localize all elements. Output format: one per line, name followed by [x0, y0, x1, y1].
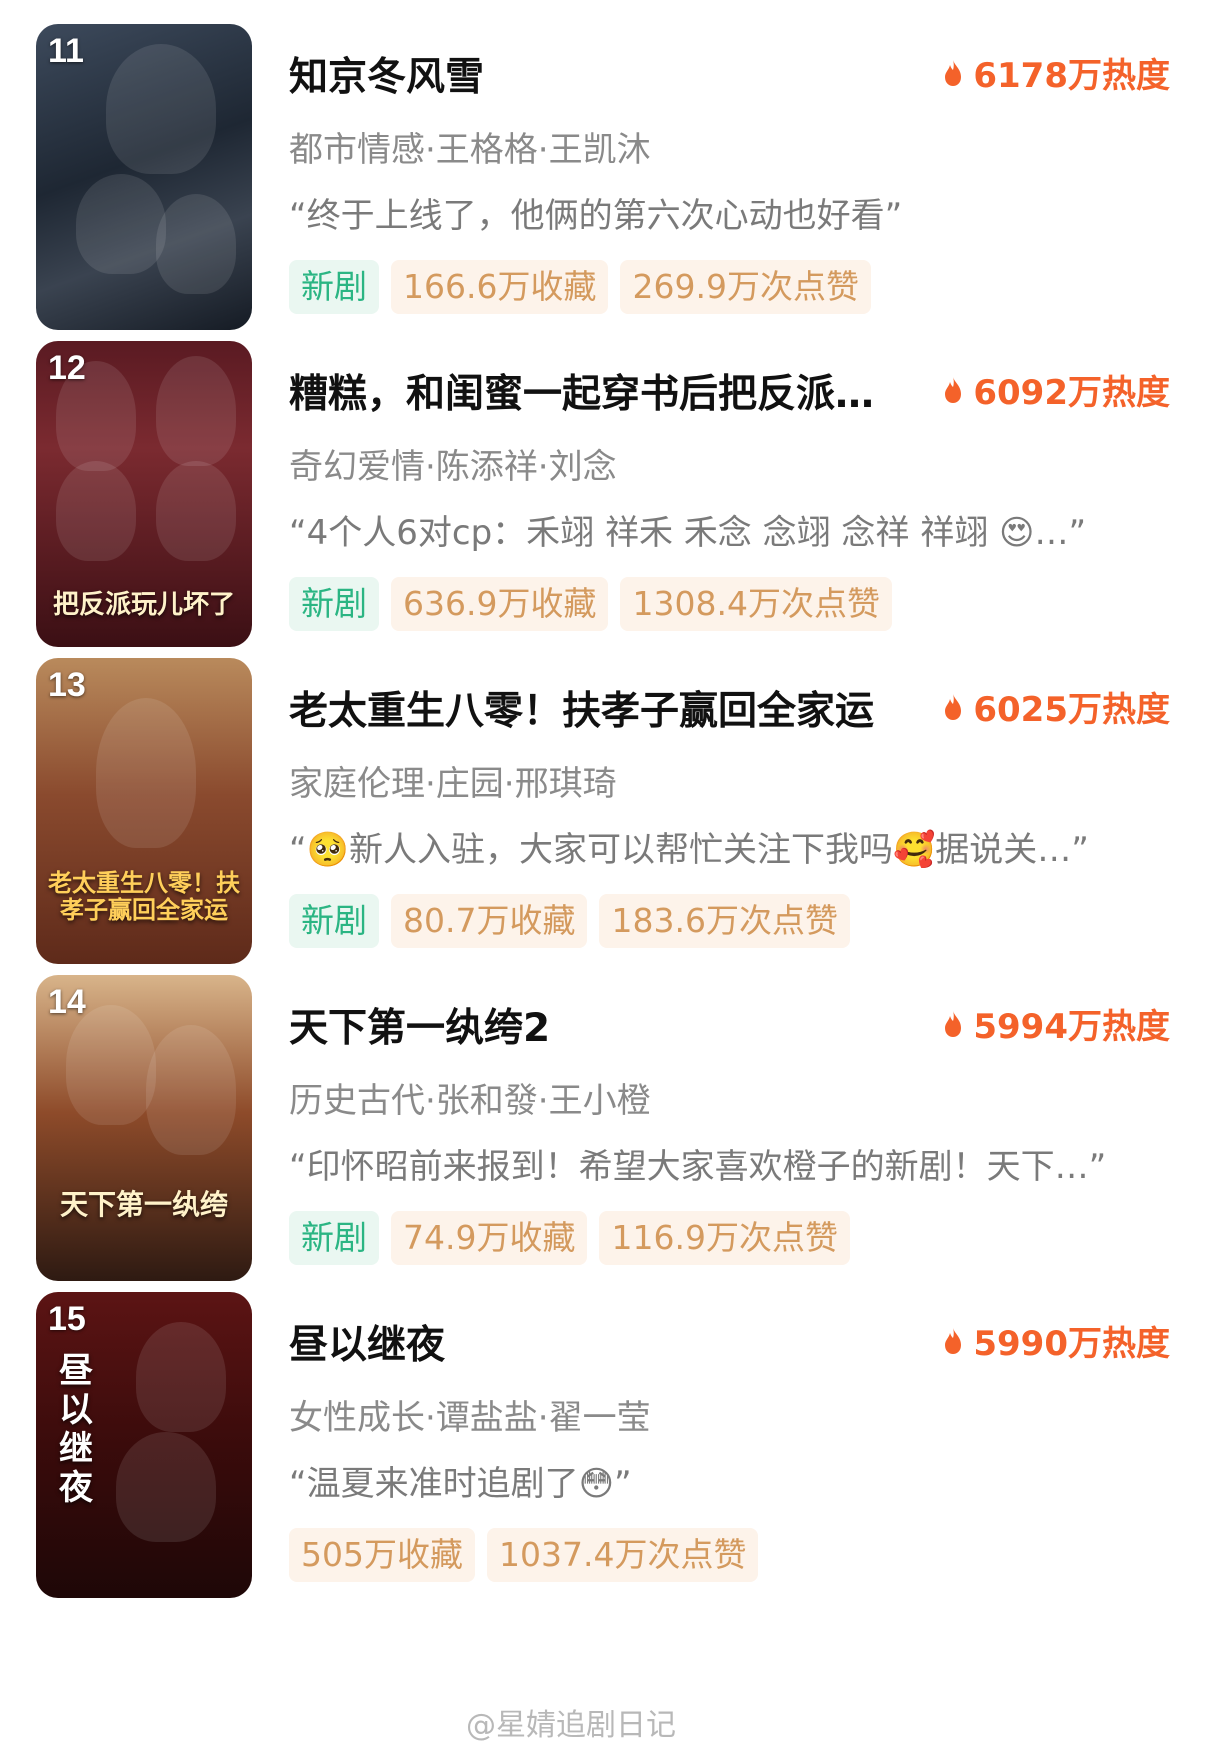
tag-row: 新剧 166.6万收藏 269.9万次点赞: [289, 260, 871, 314]
drama-title[interactable]: 知京冬风雪: [289, 46, 919, 102]
rank-number: 15: [48, 1300, 86, 1338]
favorites-count: 166.6万收藏: [391, 260, 609, 314]
tag-row: 505万收藏 1037.4万次点赞: [289, 1528, 759, 1582]
fire-icon: [945, 376, 962, 403]
likes-count: 183.6万次点赞: [599, 894, 850, 948]
tag-row: 新剧 74.9万收藏 116.9万次点赞: [289, 1211, 850, 1265]
poster-title: 昼以继夜: [59, 1351, 93, 1509]
rank-number: 12: [48, 349, 86, 387]
heat-label: 5990万热度: [973, 1324, 1170, 1364]
genre-cast: 都市情感·王格格·王凯沐: [289, 130, 651, 170]
comment-quote: “🥺新人入驻，大家可以帮忙关注下我吗🥰据说关…”: [289, 830, 1089, 870]
tag-row: 新剧 80.7万收藏 183.6万次点赞: [289, 894, 850, 948]
genre-cast: 家庭伦理·庄园·邢琪琦: [289, 764, 617, 804]
rank-number: 11: [48, 32, 84, 70]
poster-image[interactable]: 昼以继夜 15: [36, 1292, 252, 1598]
comment-quote: “印怀昭前来报到！希望大家喜欢橙子的新剧！天下…”: [289, 1147, 1107, 1187]
new-badge: 新剧: [289, 577, 379, 631]
comment-quote: “4个人6对cp：禾翊 祥禾 禾念 念翊 念祥 祥翊 😍…”: [289, 513, 1087, 553]
heat-value: 6025万热度: [943, 682, 1170, 731]
poster-image[interactable]: 老太重生八零！扶孝子赢回全家运 13: [36, 658, 252, 964]
poster-image[interactable]: 11: [36, 24, 252, 330]
genre-cast: 女性成长·谭盐盐·翟一莹: [289, 1398, 651, 1438]
favorites-count: 636.9万收藏: [391, 577, 609, 631]
drama-title[interactable]: 糟糕，和闺蜜一起穿书后把反派…: [289, 363, 919, 419]
heat-value: 6178万热度: [943, 48, 1170, 97]
heat-value: 5990万热度: [943, 1316, 1170, 1365]
poster-title: 老太重生八零！扶孝子赢回全家运: [48, 867, 240, 925]
tag-row: 新剧 636.9万收藏 1308.4万次点赞: [289, 577, 892, 631]
poster-image[interactable]: 把反派玩儿坏了 12: [36, 341, 252, 647]
likes-count: 116.9万次点赞: [599, 1211, 850, 1265]
fire-icon: [945, 693, 962, 720]
poster-title: 把反派玩儿坏了: [52, 590, 235, 621]
list-item[interactable]: 昼以继夜 15 昼以继夜 5990万热度 女性成长·谭盐盐·翟一莹 “温夏来准时…: [0, 1292, 1206, 1602]
rank-number: 14: [48, 983, 86, 1021]
drama-title[interactable]: 天下第一纨绔2: [289, 997, 919, 1053]
genre-cast: 奇幻爱情·陈添祥·刘念: [289, 447, 617, 487]
rank-number: 13: [48, 666, 86, 704]
comment-quote: “终于上线了，他俩的第六次心动也好看”: [289, 196, 903, 236]
new-badge: 新剧: [289, 260, 379, 314]
list-item[interactable]: 天下第一纨绔 14 天下第一纨绔2 5994万热度 历史古代·张和發·王小橙 “…: [0, 975, 1206, 1285]
likes-count: 269.9万次点赞: [620, 260, 871, 314]
new-badge: 新剧: [289, 1211, 379, 1265]
likes-count: 1037.4万次点赞: [487, 1528, 759, 1582]
list-item[interactable]: 老太重生八零！扶孝子赢回全家运 13 老太重生八零！扶孝子赢回全家运 6025万…: [0, 658, 1206, 968]
fire-icon: [945, 59, 962, 86]
heat-value: 5994万热度: [943, 999, 1170, 1048]
favorites-count: 74.9万收藏: [391, 1211, 588, 1265]
fire-icon: [945, 1010, 962, 1037]
genre-cast: 历史古代·张和發·王小橙: [289, 1081, 651, 1121]
heat-label: 6092万热度: [973, 373, 1170, 413]
watermark-text: @星婧追剧日记: [466, 1708, 676, 1743]
list-item[interactable]: 把反派玩儿坏了 12 糟糕，和闺蜜一起穿书后把反派… 6092万热度 奇幻爱情·…: [0, 341, 1206, 651]
comment-quote: “温夏来准时追剧了😳”: [289, 1464, 632, 1504]
heat-label: 5994万热度: [973, 1007, 1170, 1047]
favorites-count: 80.7万收藏: [391, 894, 588, 948]
heat-value: 6092万热度: [943, 365, 1170, 414]
likes-count: 1308.4万次点赞: [620, 577, 892, 631]
new-badge: 新剧: [289, 894, 379, 948]
drama-title[interactable]: 昼以继夜: [289, 1314, 919, 1370]
favorites-count: 505万收藏: [289, 1528, 475, 1582]
fire-icon: [945, 1327, 962, 1354]
poster-image[interactable]: 天下第一纨绔 14: [36, 975, 252, 1281]
heat-label: 6178万热度: [973, 56, 1170, 96]
list-item[interactable]: 11 知京冬风雪 6178万热度 都市情感·王格格·王凯沐 “终于上线了，他俩的…: [0, 24, 1206, 334]
drama-title[interactable]: 老太重生八零！扶孝子赢回全家运: [289, 680, 919, 736]
poster-title: 天下第一纨绔: [59, 1187, 228, 1221]
heat-label: 6025万热度: [973, 690, 1170, 730]
